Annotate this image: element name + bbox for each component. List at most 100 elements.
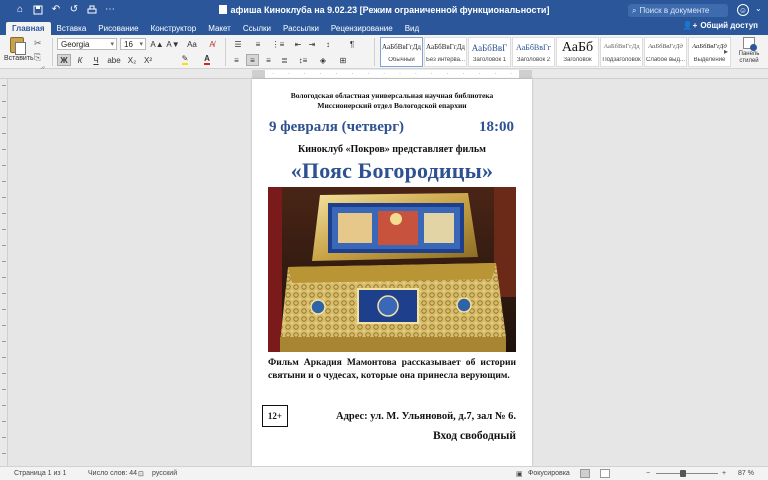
share-button[interactable]: 👤+ Общий доступ — [683, 21, 758, 30]
font-color-icon: A — [204, 54, 210, 65]
style-6[interactable]: АаБбВвГгДд Слабое выд... — [644, 37, 687, 67]
style-5[interactable]: АаБбВвГгДд Подзаголовок — [600, 37, 643, 67]
style-4[interactable]: АаБб Заголовок — [556, 37, 599, 67]
italic-button[interactable]: К — [73, 54, 87, 66]
tab-6[interactable]: Рассылки — [277, 22, 325, 35]
style-3[interactable]: АаБбВвГг Заголовок 2 — [512, 37, 555, 67]
zoom-in-icon[interactable]: + — [722, 470, 726, 477]
tab-2[interactable]: Рисование — [92, 22, 144, 35]
divider — [52, 38, 53, 66]
decrease-indent-icon[interactable]: ⇤ — [292, 38, 304, 50]
home-icon[interactable]: ⌂ — [14, 4, 26, 16]
line-spacing-icon[interactable]: ↕≡ — [296, 54, 310, 66]
film-title: «Пояс Богородицы» — [290, 158, 494, 183]
tab-8[interactable]: Вид — [399, 22, 425, 35]
shrink-font-button[interactable]: A▼ — [166, 38, 180, 50]
ruler-tick — [2, 293, 6, 294]
superscript-button[interactable]: X² — [141, 54, 155, 66]
print-icon[interactable] — [86, 4, 98, 16]
style-1[interactable]: АаБбВвГгДд Без интерва... — [424, 37, 467, 67]
font-color-button[interactable]: A — [200, 54, 214, 66]
search-box[interactable]: ⌕ Поиск в документе — [628, 4, 728, 17]
print-layout-view-icon[interactable] — [580, 469, 590, 478]
undo-icon[interactable]: ↶ — [50, 4, 62, 16]
zoom-out-icon[interactable]: − — [646, 470, 650, 477]
style-label: Заголовок 2 — [516, 57, 551, 63]
tab-1[interactable]: Вставка — [51, 22, 93, 35]
ruler-tick — [2, 85, 6, 86]
document-page[interactable]: Вологодская областная универсальная науч… — [252, 79, 532, 466]
zoom-slider-thumb[interactable] — [679, 470, 686, 477]
font-name-select[interactable]: Georgia ▾ — [57, 38, 117, 50]
chevron-right-icon[interactable]: ▸ — [724, 47, 728, 56]
bold-button[interactable]: Ж — [57, 54, 71, 66]
sort-icon[interactable]: ↕ — [322, 38, 334, 50]
ruler-tick — [2, 309, 6, 310]
ruler-tick — [2, 101, 6, 102]
save-icon[interactable] — [32, 4, 44, 16]
customize-icon[interactable]: ⋯ — [104, 4, 116, 16]
right-margin-marker[interactable] — [519, 70, 532, 78]
left-margin-marker[interactable] — [252, 70, 265, 78]
tab-7[interactable]: Рецензирование — [325, 22, 399, 35]
share-label: Общий доступ — [700, 21, 758, 30]
horizontal-ruler[interactable]: · · · · · · · · · · · · · · · · — [0, 69, 768, 79]
zoom-level[interactable]: 87 % — [738, 470, 754, 477]
ruler-tick — [2, 277, 6, 278]
ruler-tick — [2, 341, 6, 342]
shading-icon[interactable]: ◈ — [316, 54, 330, 66]
align-right-icon[interactable]: ≡ — [262, 54, 275, 66]
justify-icon[interactable]: ≣ — [278, 54, 291, 66]
tab-4[interactable]: Макет — [202, 22, 237, 35]
vertical-ruler[interactable] — [0, 79, 8, 466]
style-label: Заголовок 1 — [472, 57, 507, 63]
language-indicator[interactable]: русский — [152, 470, 177, 477]
highlighter-icon: ✎ — [181, 54, 189, 65]
tab-0[interactable]: Главная — [6, 22, 51, 35]
copy-icon[interactable]: ⎘ — [34, 52, 45, 63]
font-size-select[interactable]: 16 ▾ — [120, 38, 146, 50]
club-line: Киноклуб «Покров» представляет фильм — [298, 144, 486, 155]
paste-button[interactable]: Вставить — [4, 37, 34, 67]
proofing-icon[interactable]: ⊡ — [138, 470, 144, 478]
subscript-button[interactable]: X₂ — [125, 54, 139, 66]
increase-indent-icon[interactable]: ⇥ — [306, 38, 318, 50]
ribbon-tabs: Главная Вставка Рисование Конструктор Макет С… — [0, 20, 768, 35]
web-layout-view-icon[interactable] — [600, 469, 610, 478]
focus-icon[interactable]: ▣ — [516, 470, 523, 478]
style-2[interactable]: АаБбВвГ Заголовок 1 — [468, 37, 511, 67]
tab-3[interactable]: Конструктор — [145, 22, 203, 35]
divider — [225, 38, 226, 66]
numbering-icon[interactable]: ≡ — [250, 38, 266, 50]
focus-mode-button[interactable]: Фокусировка — [528, 470, 570, 477]
change-case-button[interactable]: Aa — [184, 38, 200, 50]
ruler-tick — [2, 437, 6, 438]
pilcrow-button[interactable]: ¶ — [346, 38, 358, 50]
zoom-slider[interactable] — [656, 473, 718, 474]
ruler-tick: · — [446, 71, 449, 77]
bullets-icon[interactable]: ☰ — [230, 38, 246, 50]
underline-button[interactable]: Ч — [89, 54, 103, 66]
strikethrough-button[interactable]: abe — [107, 54, 121, 66]
align-center-icon[interactable]: ≡ — [246, 54, 259, 66]
user-icon[interactable]: ☺ — [737, 4, 749, 16]
chevron-down-icon[interactable]: ⌄ — [755, 4, 762, 13]
style-label: Обычный — [388, 57, 415, 63]
style-0[interactable]: АаБбВвГгДд Обычный — [380, 37, 423, 67]
styles-pane-button[interactable]: Панель стилей — [734, 37, 764, 65]
word-count[interactable]: Число слов: 44 — [88, 470, 137, 477]
highlight-button[interactable]: ✎ — [178, 54, 192, 66]
ruler-tick: · — [510, 71, 513, 77]
clear-formatting-icon[interactable]: A̸ — [205, 38, 219, 50]
borders-icon[interactable]: ⊞ — [336, 54, 350, 66]
redo-icon[interactable]: ↺ — [68, 4, 80, 16]
tab-5[interactable]: Ссылки — [237, 22, 277, 35]
grow-font-button[interactable]: A▲ — [150, 38, 164, 50]
ruler-tick — [2, 213, 6, 214]
ruler-tick: · — [303, 71, 306, 77]
page-count[interactable]: Страница 1 из 1 — [14, 470, 66, 477]
align-left-icon[interactable]: ≡ — [230, 54, 243, 66]
ruler-tick: · — [478, 71, 481, 77]
multilevel-list-icon[interactable]: ⋮≡ — [270, 38, 286, 50]
cut-icon[interactable]: ✂ — [34, 38, 45, 49]
